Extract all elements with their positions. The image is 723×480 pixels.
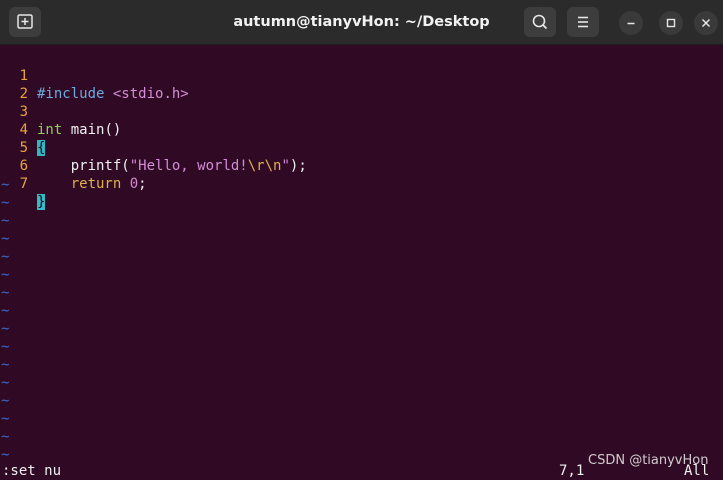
cursor-position: 7,1	[559, 463, 585, 479]
empty-line-tilde: ~	[1, 213, 10, 229]
search-button[interactable]	[524, 7, 556, 37]
type-keyword: int	[37, 122, 63, 138]
menu-button[interactable]	[567, 7, 599, 37]
printf-call: printf(	[70, 158, 130, 174]
code-line-3: 3 int main()	[0, 85, 122, 138]
empty-line-tilde: ~	[1, 411, 10, 427]
code-line-5: 5 printf("Hello, world!\r\n");	[0, 121, 307, 174]
cursor-close-brace: }	[37, 194, 46, 210]
vim-editor[interactable]	[0, 45, 723, 480]
search-icon	[532, 14, 548, 30]
number-literal: 0	[129, 176, 139, 192]
maximize-icon	[666, 18, 676, 28]
code-line-6: 6 return 0;	[0, 139, 147, 192]
string-literal: "Hello, world!	[129, 158, 248, 174]
empty-line-tilde: ~	[1, 177, 10, 193]
empty-line-tilde: ~	[1, 429, 10, 445]
code-line-1: 1 #include <stdio.h>	[0, 49, 189, 102]
code-line-7: 7 }	[0, 157, 46, 210]
empty-line-tilde: ~	[1, 357, 10, 373]
close-button[interactable]	[694, 11, 718, 35]
window-title: autumn@tianyvHon: ~/Desktop	[233, 14, 490, 30]
code-line-2: 2	[0, 67, 28, 102]
empty-line-tilde: ~	[1, 231, 10, 247]
empty-line-tilde: ~	[1, 285, 10, 301]
empty-line-tilde: ~	[1, 303, 10, 319]
matched-open-brace: {	[37, 140, 46, 156]
close-icon	[701, 18, 711, 28]
minimize-icon	[627, 22, 635, 25]
maximize-button[interactable]	[659, 11, 683, 35]
empty-line-tilde: ~	[1, 339, 10, 355]
preprocessor-directive: #include	[37, 86, 105, 102]
function-signature: main()	[62, 122, 122, 138]
empty-line-tilde: ~	[1, 393, 10, 409]
empty-line-tilde: ~	[1, 195, 10, 211]
code-line-4: 4 {	[0, 103, 46, 156]
empty-line-tilde: ~	[1, 267, 10, 283]
empty-line-tilde: ~	[1, 375, 10, 391]
command-line[interactable]: :set nu	[2, 462, 61, 480]
include-header: <stdio.h>	[112, 86, 189, 102]
title-bar: autumn@tianyvHon: ~/Desktop	[0, 0, 723, 45]
watermark: CSDN @tianyvHon	[588, 453, 709, 468]
return-keyword: return	[70, 176, 122, 192]
minimize-button[interactable]	[619, 11, 643, 35]
empty-line-tilde: ~	[1, 249, 10, 265]
escape-sequence: \r\n	[247, 158, 282, 174]
hamburger-menu-icon	[578, 16, 588, 28]
empty-line-tilde: ~	[1, 321, 10, 337]
